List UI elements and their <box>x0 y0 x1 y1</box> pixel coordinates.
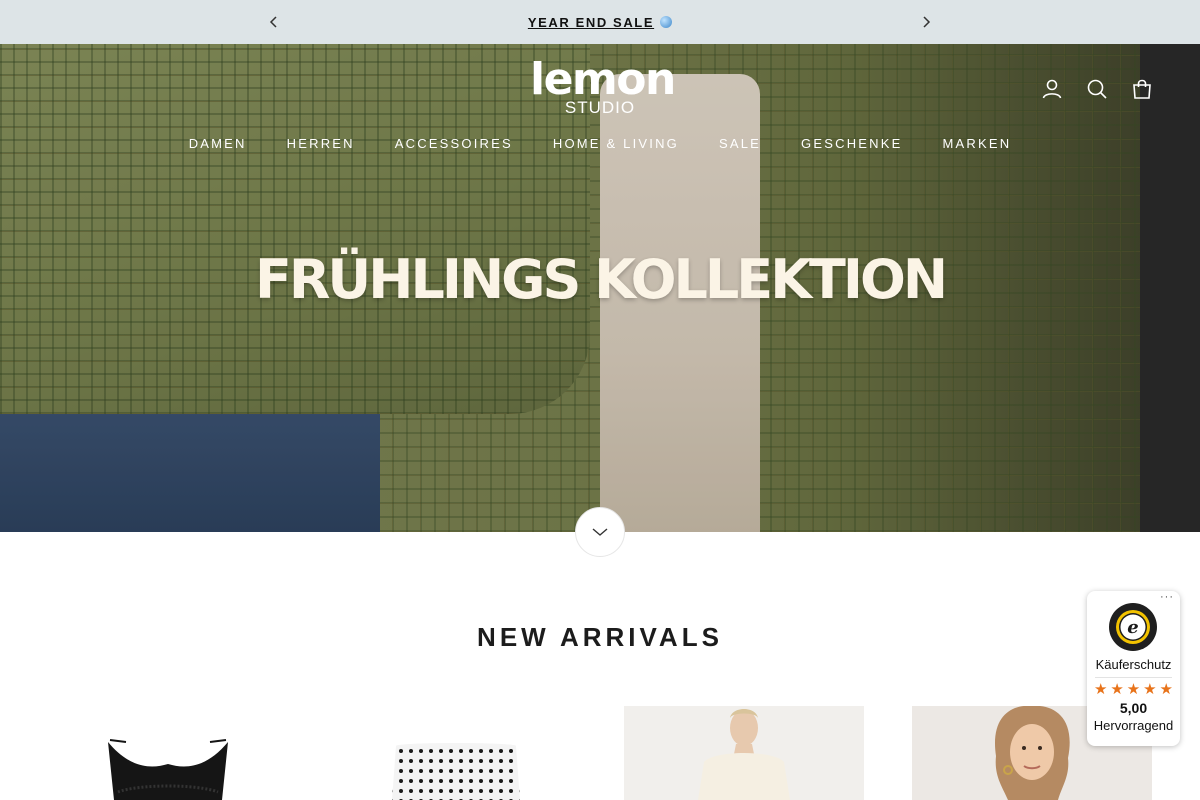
section-title: NEW ARRIVALS <box>477 622 723 652</box>
product-card[interactable] <box>48 706 288 800</box>
trusted-label: Käuferschutz <box>1095 657 1172 672</box>
globe-icon <box>660 15 673 28</box>
trusted-shops-badge[interactable]: ··· e Käuferschutz ★ ★ ★ ★ ★ 5,00 Hervor… <box>1087 591 1180 746</box>
nav-item-accessoires[interactable]: ACCESSOIRES <box>395 134 513 154</box>
scroll-down-button[interactable] <box>575 507 625 557</box>
chevron-down-icon <box>592 528 608 536</box>
product-card[interactable] <box>624 706 864 800</box>
chevron-right-icon[interactable] <box>916 12 936 32</box>
star-icon: ★ <box>1094 681 1108 698</box>
product-image <box>698 709 790 800</box>
header-actions <box>1040 77 1154 101</box>
chevron-left-icon[interactable] <box>264 12 284 32</box>
announcement-text[interactable]: YEAR END SALE <box>528 15 654 30</box>
rating-text: Hervorragend <box>1093 718 1174 733</box>
announcement-link[interactable]: YEAR END SALE <box>528 15 673 30</box>
account-icon[interactable] <box>1040 77 1064 101</box>
search-icon[interactable] <box>1085 77 1109 101</box>
logo[interactable]: lemon STUDIO <box>530 54 676 118</box>
more-options-icon[interactable]: ··· <box>1160 591 1174 603</box>
product-image <box>392 743 520 800</box>
svg-text:e: e <box>1127 617 1138 638</box>
rating-stars: ★ ★ ★ ★ ★ <box>1094 681 1173 699</box>
star-icon: ★ <box>1143 681 1157 698</box>
nav-item-herren[interactable]: HERREN <box>287 134 355 154</box>
product-card[interactable] <box>336 706 576 800</box>
nav-item-damen[interactable]: DAMEN <box>189 134 247 154</box>
star-icon: ★ <box>1159 681 1173 698</box>
announcement-bar: YEAR END SALE <box>0 0 1200 44</box>
nav-item-geschenke[interactable]: GESCHENKE <box>801 134 902 154</box>
star-icon: ★ <box>1110 681 1124 698</box>
star-icon: ★ <box>1126 681 1141 698</box>
trusted-seal-icon: e <box>1109 603 1157 651</box>
main-nav: DAMEN HERREN ACCESSOIRES HOME & LIVING S… <box>0 134 1200 154</box>
nav-item-home-living[interactable]: HOME & LIVING <box>553 134 679 154</box>
nav-item-sale[interactable]: SALE <box>719 134 761 154</box>
product-image <box>108 739 228 800</box>
cart-icon[interactable] <box>1130 77 1154 101</box>
nav-item-marken[interactable]: MARKEN <box>942 134 1011 154</box>
rating-score: 5,00 <box>1119 700 1148 716</box>
hero-title: FRÜHLINGS KOLLEKTION <box>254 248 948 311</box>
logo-word: lemon <box>530 54 676 105</box>
